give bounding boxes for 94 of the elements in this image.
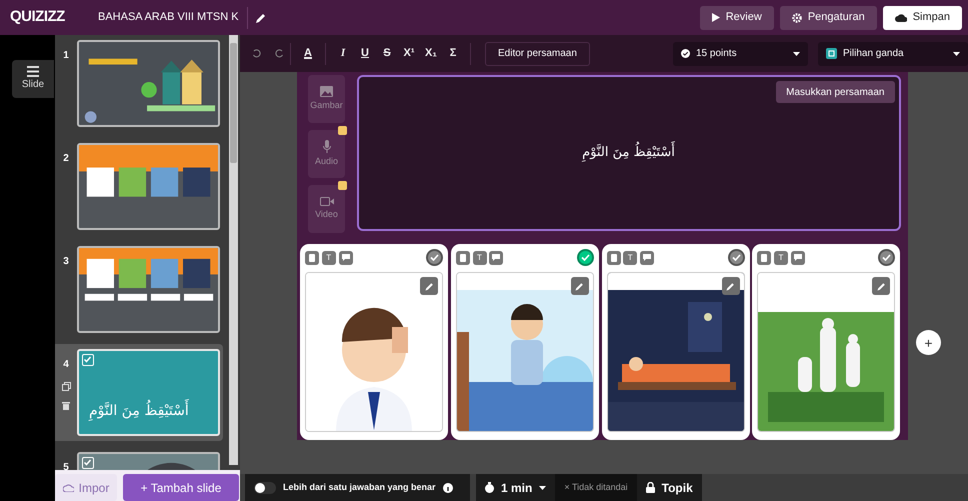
check-icon <box>83 458 92 467</box>
slide-number: 5 <box>63 461 69 470</box>
quiz-title[interactable]: BAHASA ARAB VIII MTSN K <box>80 9 247 26</box>
check-circle-icon <box>681 49 690 58</box>
menu-icon <box>27 66 39 77</box>
slide-text: أَسْتَيْقِظُ مِنَ النَّوْمِ <box>89 401 189 422</box>
trash-icon[interactable] <box>62 401 70 410</box>
lock-icon <box>646 482 655 493</box>
settings-button[interactable]: Pengaturan <box>780 6 877 30</box>
format-italic-button[interactable]: I <box>332 45 354 62</box>
speech-bubble-icon <box>492 254 500 261</box>
slide-number: 4 <box>63 358 69 372</box>
slide-number: 2 <box>63 152 69 166</box>
topic-button[interactable]: Topik <box>636 474 702 501</box>
correct-answer-toggle[interactable] <box>426 249 443 266</box>
correct-answer-toggle[interactable] <box>728 249 744 266</box>
quizizz-logo: QUIZIZZ <box>10 7 66 28</box>
caret-icon <box>953 52 960 56</box>
delete-option-button[interactable] <box>456 250 470 264</box>
check-icon <box>580 254 590 261</box>
format-strike-button[interactable]: S <box>376 45 398 62</box>
caret-icon <box>539 486 546 490</box>
cloud-icon <box>62 484 74 492</box>
format-underline-button[interactable]: U <box>354 45 376 62</box>
edit-image-button[interactable] <box>420 277 438 295</box>
stopwatch-icon <box>485 482 494 493</box>
correct-answer-toggle[interactable] <box>878 249 896 266</box>
points-dropdown[interactable]: 15 points <box>673 42 808 66</box>
format-text-color-button[interactable]: A <box>297 45 319 62</box>
check-icon <box>882 254 892 261</box>
image-button[interactable]: Gambar <box>308 75 345 123</box>
cloud-icon <box>894 13 907 22</box>
speech-bubble-icon <box>342 254 350 261</box>
checkbox-icon <box>826 48 837 59</box>
speech-bubble-icon <box>794 254 802 261</box>
trash-icon <box>761 254 768 262</box>
text-option-button[interactable]: T <box>774 250 788 264</box>
edit-image-button[interactable] <box>570 277 589 295</box>
format-plain-button[interactable]: Σ <box>442 45 464 62</box>
question-text: أَسْتَيْقِظُ مِنَ النَّوْمِ <box>582 143 675 163</box>
duplicate-icon[interactable] <box>62 382 70 391</box>
insert-equation-button[interactable]: Masukkan persamaan <box>776 81 894 103</box>
scrollbar-thumb[interactable] <box>230 43 237 163</box>
comment-button[interactable] <box>338 250 352 264</box>
question-type-dropdown[interactable]: Pilihan ganda <box>818 42 968 66</box>
text-option-button[interactable]: T <box>472 250 486 264</box>
trash-icon <box>610 254 616 262</box>
format-sup-button[interactable]: X¹ <box>398 45 420 62</box>
comment-button[interactable] <box>640 250 654 264</box>
info-icon[interactable] <box>442 482 453 492</box>
image-icon <box>320 86 333 97</box>
edit-image-button[interactable] <box>722 277 740 295</box>
pencil-icon <box>726 282 735 290</box>
pencil-icon <box>424 282 434 290</box>
delete-option-button[interactable] <box>606 250 620 264</box>
delete-option-button[interactable] <box>305 250 319 264</box>
slide-checkbox[interactable] <box>82 457 94 469</box>
slide-number: 3 <box>63 255 69 269</box>
check-icon <box>430 254 439 261</box>
video-camera-icon <box>320 196 334 206</box>
slide-nav-item[interactable]: Slide <box>12 60 54 98</box>
gear-icon <box>792 12 802 22</box>
speech-bubble-icon <box>643 254 651 261</box>
redo-icon[interactable] <box>275 49 284 58</box>
add-slide-button[interactable]: + Tambah slide <box>123 474 239 501</box>
play-icon <box>712 13 720 22</box>
check-icon <box>83 355 92 364</box>
timer-dropdown[interactable]: 1 min <box>476 474 556 501</box>
tag-button[interactable]: × Tidak ditandai <box>555 474 637 501</box>
equation-editor-button[interactable]: Editor persamaan <box>485 42 590 66</box>
edit-image-button[interactable] <box>872 277 890 295</box>
toggle-switch[interactable] <box>254 482 276 494</box>
caret-icon <box>793 52 800 56</box>
microphone-icon <box>322 140 330 153</box>
format-sub-button[interactable]: X₁ <box>420 45 442 62</box>
text-option-button[interactable]: T <box>623 250 638 264</box>
slide-number: 1 <box>63 49 69 63</box>
pencil-icon <box>575 282 584 290</box>
check-icon <box>732 254 740 261</box>
correct-answer-toggle[interactable] <box>576 249 594 266</box>
comment-button[interactable] <box>489 250 504 264</box>
comment-button[interactable] <box>790 250 805 264</box>
text-option-button[interactable]: T <box>322 250 336 264</box>
delete-option-button[interactable] <box>757 250 772 264</box>
pencil-icon[interactable] <box>255 12 268 24</box>
add-answer-button[interactable]: + <box>916 330 941 355</box>
multiple-answers-label: Lebih dari satu jawaban yang benar <box>283 480 436 494</box>
trash-icon <box>460 254 466 262</box>
save-button[interactable]: Simpan <box>882 6 962 30</box>
undo-icon[interactable] <box>252 49 261 58</box>
pencil-icon <box>876 282 886 290</box>
slide-checkbox[interactable] <box>82 354 94 366</box>
trash-icon <box>309 254 315 262</box>
review-button[interactable]: Review <box>700 6 774 30</box>
